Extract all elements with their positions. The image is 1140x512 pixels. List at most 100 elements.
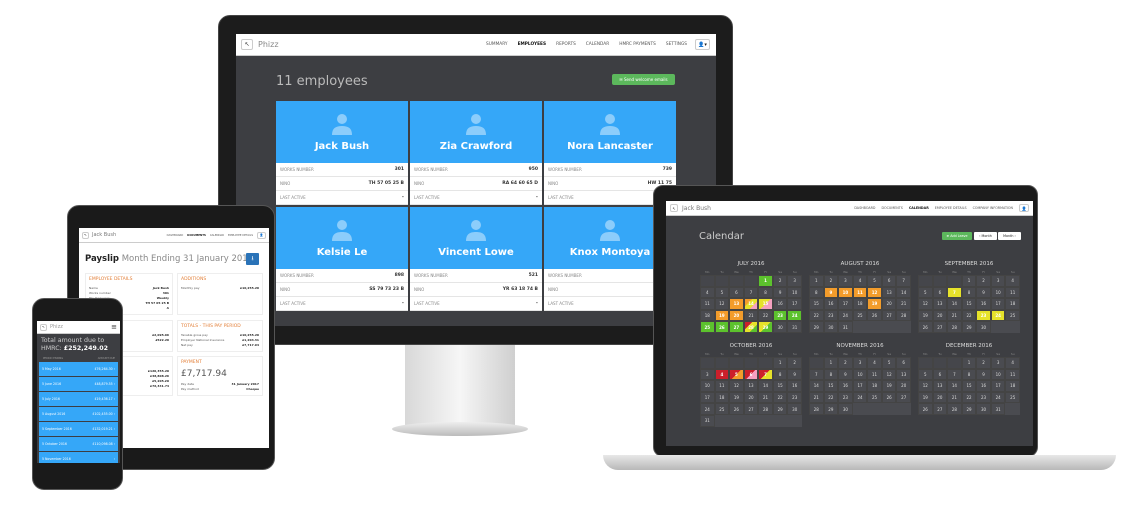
calendar-day-leave[interactable]: 9 xyxy=(823,286,839,299)
calendar-day[interactable]: 3 xyxy=(838,275,853,287)
calendar-day[interactable]: 18 xyxy=(714,391,730,404)
calendar-day[interactable]: 28 xyxy=(947,321,962,333)
add-leave-button[interactable]: ⊕ Add Leave xyxy=(942,232,972,240)
calendar-day[interactable]: 12 xyxy=(881,368,897,381)
calendar-day[interactable]: 9 xyxy=(772,286,788,299)
calendar-day[interactable]: 21 xyxy=(947,309,962,322)
payment-row[interactable]: 5 July 2016 £19,436.17 › xyxy=(39,392,118,406)
calendar-day[interactable]: 20 xyxy=(896,380,911,392)
nav-item-employee-details[interactable]: EMPLOYEE DETAILS xyxy=(935,206,967,210)
calendar-day[interactable]: 14 xyxy=(809,380,824,392)
calendar-day[interactable]: 21 xyxy=(947,391,962,404)
employee-card[interactable]: Kelsie Le WORKS NUMBER 898 NINO SS 79 73 2… xyxy=(276,207,408,311)
nav-item-dashboard[interactable]: DASHBOARD xyxy=(854,206,875,210)
calendar-day[interactable]: 6 xyxy=(932,368,948,381)
calendar-day[interactable]: 16 xyxy=(838,380,853,392)
calendar-day[interactable]: 2 xyxy=(772,275,788,287)
calendar-day-leave[interactable]: 11 xyxy=(852,286,868,299)
calendar-day[interactable]: 28 xyxy=(809,403,824,415)
calendar-day[interactable]: 8 xyxy=(809,286,824,299)
calendar-day[interactable]: 27 xyxy=(896,391,911,404)
calendar-day[interactable]: 13 xyxy=(932,380,948,392)
calendar-day[interactable]: 3 xyxy=(990,275,1006,287)
calendar-day[interactable]: 10 xyxy=(852,368,868,381)
calendar-day[interactable]: 26 xyxy=(918,403,933,415)
calendar-day[interactable]: 11 xyxy=(700,298,715,310)
calendar-day[interactable]: 27 xyxy=(743,403,759,415)
calendar-day[interactable]: 17 xyxy=(990,298,1006,310)
calendar-day[interactable]: 26 xyxy=(918,321,933,333)
calendar-day[interactable]: 25 xyxy=(852,309,868,322)
calendar-day[interactable]: 9 xyxy=(976,286,991,299)
calendar-day[interactable]: 27 xyxy=(932,321,948,333)
calendar-day[interactable]: 24 xyxy=(990,391,1006,404)
calendar-day[interactable]: 23 xyxy=(787,391,802,404)
calendar-day[interactable]: 5 xyxy=(714,286,730,299)
calendar-day[interactable]: 30 xyxy=(772,321,788,333)
calendar-day-leave[interactable]: 26 xyxy=(714,321,730,333)
calendar-day-leave[interactable]: 10 xyxy=(838,286,853,299)
calendar-day[interactable]: 1 xyxy=(809,275,824,287)
calendar-day-leave[interactable]: 28 xyxy=(743,321,759,333)
calendar-day[interactable]: 18 xyxy=(852,298,868,310)
calendar-day[interactable]: 2 xyxy=(976,275,991,287)
calendar-day-leave[interactable]: 24 xyxy=(787,309,802,322)
calendar-day[interactable]: 27 xyxy=(932,403,948,415)
calendar-day[interactable]: 8 xyxy=(961,368,977,381)
calendar-day[interactable]: 6 xyxy=(932,286,948,299)
calendar-day-leave[interactable]: 14 xyxy=(743,298,759,310)
calendar-day[interactable]: 29 xyxy=(961,403,977,415)
calendar-day[interactable]: 9 xyxy=(976,368,991,381)
calendar-day[interactable]: 1 xyxy=(961,275,977,287)
calendar-day[interactable]: 31 xyxy=(990,403,1006,415)
calendar-day[interactable]: 31 xyxy=(838,321,853,333)
calendar-day[interactable]: 20 xyxy=(932,391,948,404)
calendar-day[interactable]: 10 xyxy=(990,368,1006,381)
calendar-day[interactable]: 12 xyxy=(918,380,933,392)
calendar-day[interactable]: 23 xyxy=(976,391,991,404)
calendar-day[interactable]: 30 xyxy=(823,321,839,333)
calendar-day[interactable]: 13 xyxy=(743,380,759,392)
calendar-day[interactable]: 2 xyxy=(976,357,991,369)
user-menu-button[interactable]: 👤 xyxy=(257,231,266,239)
calendar-day[interactable]: 16 xyxy=(823,298,839,310)
logo-button[interactable]: ↖ xyxy=(82,231,89,239)
calendar-day[interactable]: 7 xyxy=(896,275,911,287)
calendar-day[interactable]: 17 xyxy=(700,391,715,404)
nav-item-company-information[interactable]: COMPANY INFORMATION xyxy=(973,206,1013,210)
calendar-day[interactable]: 3 xyxy=(787,275,802,287)
calendar-day[interactable]: 18 xyxy=(1005,380,1020,392)
calendar-day[interactable]: 17 xyxy=(990,380,1006,392)
employee-card[interactable]: Jack Bush WORKS NUMBER 301 NINO TH 57 05 2… xyxy=(276,101,408,205)
calendar-day[interactable]: 11 xyxy=(1005,368,1020,381)
nav-item-documents[interactable]: DOCUMENTS xyxy=(881,206,902,210)
calendar-day-leave[interactable]: 20 xyxy=(729,309,744,322)
calendar-day[interactable]: 3 xyxy=(990,357,1006,369)
user-menu-button[interactable]: 👤▾ xyxy=(695,39,710,50)
calendar-day-leave[interactable]: 24 xyxy=(990,309,1006,322)
calendar-day[interactable]: 7 xyxy=(809,368,824,381)
send-welcome-emails-button[interactable]: ✉ Send welcome emails xyxy=(612,74,675,85)
calendar-day-leave[interactable]: 29 xyxy=(758,321,773,333)
payment-row[interactable]: 5 June 2016 £48,879.55 › xyxy=(39,377,118,391)
nav-item-employees[interactable]: EMPLOYEES xyxy=(518,42,547,47)
calendar-day-leave[interactable]: 12 xyxy=(867,286,882,299)
calendar-day[interactable]: 4 xyxy=(1005,357,1020,369)
calendar-day[interactable]: 1 xyxy=(961,357,977,369)
logo-button[interactable]: ↖ xyxy=(670,204,678,212)
payment-row[interactable]: 5 October 2016 £110,098.08 › xyxy=(39,437,118,451)
calendar-day[interactable]: 10 xyxy=(787,286,802,299)
calendar-day[interactable]: 25 xyxy=(1005,391,1020,404)
calendar-day[interactable]: 24 xyxy=(838,309,853,322)
calendar-day-leave[interactable]: 23 xyxy=(976,309,991,322)
calendar-day[interactable]: 13 xyxy=(881,286,897,299)
calendar-day[interactable]: 28 xyxy=(758,403,773,415)
nav-item-reports[interactable]: REPORTS xyxy=(556,42,576,47)
nav-item-calendar[interactable]: CALENDAR xyxy=(210,234,224,237)
calendar-day[interactable]: 15 xyxy=(961,298,977,310)
calendar-day[interactable]: 5 xyxy=(867,275,882,287)
calendar-day[interactable]: 22 xyxy=(961,391,977,404)
calendar-day[interactable]: 29 xyxy=(823,403,839,415)
calendar-day[interactable]: 26 xyxy=(729,403,744,415)
nav-item-settings[interactable]: SETTINGS xyxy=(666,42,687,47)
